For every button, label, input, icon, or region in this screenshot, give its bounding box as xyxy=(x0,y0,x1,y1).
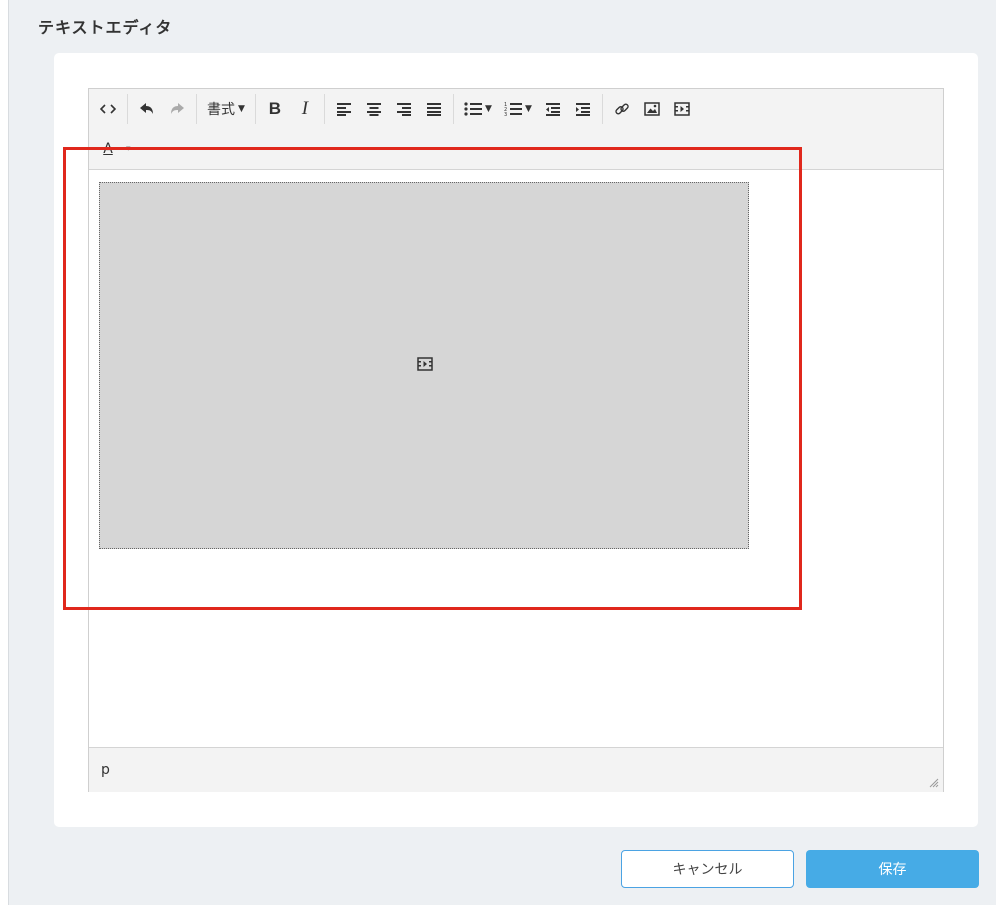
text-color-icon[interactable]: A xyxy=(93,134,123,164)
chevron-down-icon: ▼ xyxy=(484,104,492,114)
embedded-media-placeholder[interactable] xyxy=(99,182,749,549)
bold-icon[interactable]: B xyxy=(260,94,290,124)
text-color-glyph: A xyxy=(103,141,113,157)
indent-icon[interactable] xyxy=(568,94,598,124)
toolbar-group-align xyxy=(325,94,454,124)
undo-icon[interactable] xyxy=(132,94,162,124)
chevron-down-icon[interactable]: ▾ xyxy=(126,144,131,154)
chevron-down-icon: ▼ xyxy=(238,104,245,114)
save-button[interactable]: 保存 xyxy=(806,850,979,888)
align-right-icon[interactable] xyxy=(389,94,419,124)
toolbar-group-lists: ▼ 123 ▼ xyxy=(454,94,603,124)
chevron-down-icon: ▼ xyxy=(524,104,532,114)
align-left-icon[interactable] xyxy=(329,94,359,124)
toolbar-row-1: 書式 ▼ B I ▼ 1 2 3 ▼ xyxy=(89,89,701,129)
svg-text:3: 3 xyxy=(504,112,507,117)
toolbar-group-insert xyxy=(603,94,701,124)
media-icon[interactable] xyxy=(667,94,697,124)
format-dropdown-label: 書式 xyxy=(207,102,235,118)
rich-text-editor: 書式 ▼ B I ▼ 1 2 3 ▼ A ▾ p xyxy=(88,88,944,792)
link-icon[interactable] xyxy=(607,94,637,124)
toolbar-group-format: 書式 ▼ xyxy=(197,94,256,124)
element-path[interactable]: p xyxy=(101,762,110,778)
page-title: テキストエディタ xyxy=(38,18,173,37)
cancel-button[interactable]: キャンセル xyxy=(621,850,794,888)
toolbar-row-2: A ▾ xyxy=(89,129,135,169)
editor-statusbar: p xyxy=(89,747,943,792)
align-justify-icon[interactable] xyxy=(419,94,449,124)
align-center-icon[interactable] xyxy=(359,94,389,124)
outdent-icon[interactable] xyxy=(538,94,568,124)
toolbar-group-code xyxy=(89,94,128,124)
redo-icon[interactable] xyxy=(162,94,192,124)
format-dropdown[interactable]: 書式 ▼ xyxy=(201,94,251,124)
bullet-list-icon[interactable]: ▼ xyxy=(458,94,498,124)
resize-handle-icon[interactable] xyxy=(929,778,939,788)
toolbar-group-color: A ▾ xyxy=(89,134,135,164)
toolbar-group-history xyxy=(128,94,197,124)
media-icon xyxy=(417,357,433,371)
image-icon[interactable] xyxy=(637,94,667,124)
numbered-list-icon[interactable]: 123 ▼ xyxy=(498,94,538,124)
toolbar-group-style: B I xyxy=(256,94,325,124)
italic-icon[interactable]: I xyxy=(290,94,320,124)
editor-toolbar: 書式 ▼ B I ▼ 1 2 3 ▼ A ▾ xyxy=(89,89,943,170)
editor-content-area[interactable] xyxy=(89,170,943,747)
code-icon[interactable] xyxy=(93,94,123,124)
